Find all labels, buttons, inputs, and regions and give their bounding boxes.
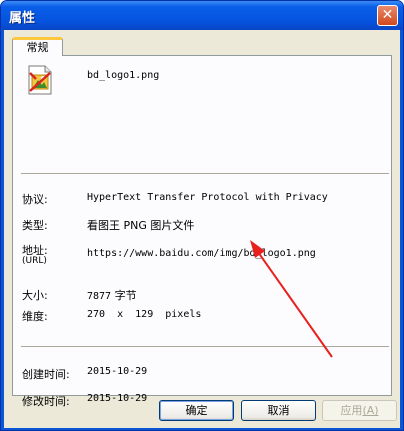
size-value: 7877 字节 — [87, 287, 137, 303]
cancel-button[interactable]: 取消 — [241, 400, 316, 421]
address-value: https://www.baidu.com/img/bd_logo1.png — [87, 248, 316, 259]
close-button[interactable]: ✕ — [377, 5, 398, 26]
apply-accelerator: (A) — [362, 404, 379, 417]
picture-file-icon — [28, 65, 52, 95]
properties-dialog: 属性 ✕ 常规 bd_logo1.png 协议: HyperText Trans… — [0, 0, 404, 431]
title-bar[interactable]: 属性 ✕ — [1, 1, 403, 30]
general-panel: bd_logo1.png 协议: HyperText Transfer Prot… — [12, 55, 392, 408]
size-unit: 字节 — [114, 289, 137, 302]
type-label: 类型: — [22, 219, 48, 232]
created-label: 创建时间: — [22, 368, 70, 381]
apply-button[interactable]: 应用(A) — [322, 400, 397, 421]
separator-middle — [21, 346, 389, 347]
dialog-client: 常规 bd_logo1.png 协议: HyperText Transfer P… — [4, 30, 400, 428]
file-name: bd_logo1.png — [87, 70, 160, 81]
dimension-value: 270 x 129 pixels — [87, 309, 202, 320]
address-sublabel: (URL) — [22, 256, 47, 266]
type-value: 看图王 PNG 图片文件 — [87, 219, 195, 232]
protocol-label: 协议: — [22, 193, 48, 206]
modified-value: 2015-10-29 — [87, 393, 148, 404]
size-number: 7877 — [87, 291, 112, 302]
modified-label: 修改时间: — [22, 395, 70, 408]
created-value: 2015-10-29 — [87, 366, 148, 377]
separator-top — [21, 173, 389, 174]
tab-general[interactable]: 常规 — [12, 37, 63, 56]
protocol-value: HyperText Transfer Protocol with Privacy — [87, 192, 328, 203]
apply-label: 应用 — [340, 404, 363, 417]
dimension-label: 维度: — [22, 310, 48, 323]
ok-button[interactable]: 确定 — [159, 400, 234, 421]
window-title: 属性 — [9, 11, 36, 26]
size-label: 大小: — [22, 289, 48, 302]
close-icon: ✕ — [381, 7, 394, 23]
